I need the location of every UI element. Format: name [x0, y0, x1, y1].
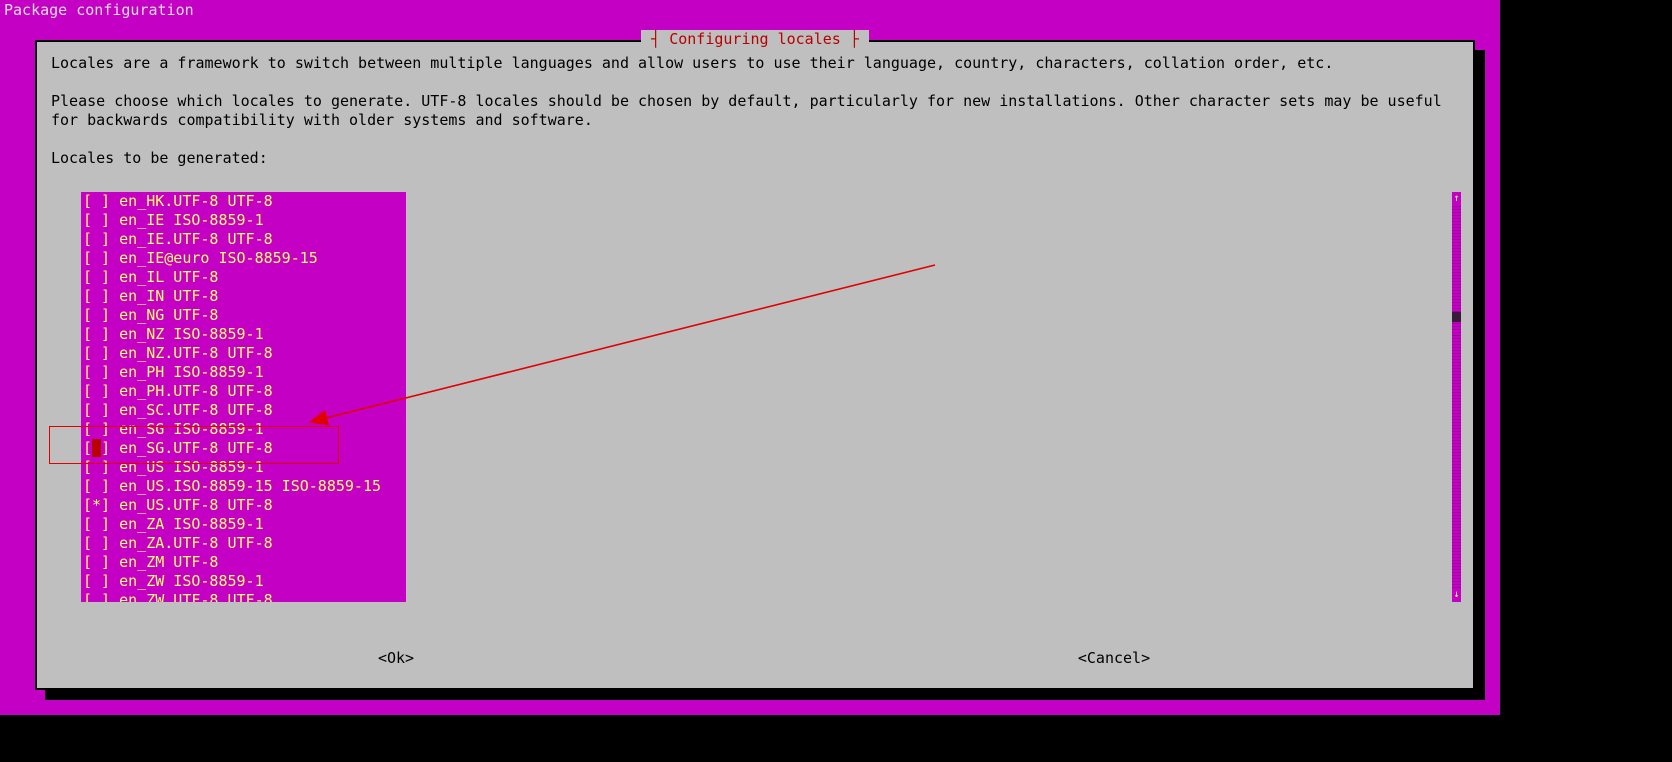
locale-label: en_NZ.UTF-8 UTF-8: [119, 344, 273, 362]
locale-label: en_ZA.UTF-8 UTF-8: [119, 534, 273, 552]
locale-item[interactable]: [ ] en_PH ISO-8859-1: [81, 363, 406, 382]
locale-item[interactable]: [ ] en_IE ISO-8859-1: [81, 211, 406, 230]
locale-label: en_SC.UTF-8 UTF-8: [119, 401, 273, 419]
terminal-screen: Package configuration ┤ Configuring loca…: [0, 0, 1500, 715]
locale-item[interactable]: [ ] en_US.ISO-8859-15 ISO-8859-15: [81, 477, 406, 496]
locale-label: en_HK.UTF-8 UTF-8: [119, 192, 273, 210]
locale-label: en_PH.UTF-8 UTF-8: [119, 382, 273, 400]
locale-label: en_US ISO-8859-1: [119, 458, 264, 476]
locale-item[interactable]: [ ] en_IE.UTF-8 UTF-8: [81, 230, 406, 249]
locale-label: en_ZM UTF-8: [119, 553, 218, 571]
locale-item[interactable]: [ ] en_SG ISO-8859-1: [81, 420, 406, 439]
scroll-thumb[interactable]: [1452, 312, 1461, 322]
locale-item[interactable]: [ ] en_ZW ISO-8859-1: [81, 572, 406, 591]
locale-label: en_IL UTF-8: [119, 268, 218, 286]
locale-item[interactable]: [ ] en_SC.UTF-8 UTF-8: [81, 401, 406, 420]
locale-scrollbar[interactable]: ↑ ↓: [1452, 192, 1461, 602]
locale-item[interactable]: [ ] en_IE@euro ISO-8859-15: [81, 249, 406, 268]
locale-label: en_ZW ISO-8859-1: [119, 572, 264, 590]
locale-label: en_IE.UTF-8 UTF-8: [119, 230, 273, 248]
locale-item[interactable]: [ ] en_ZA ISO-8859-1: [81, 515, 406, 534]
dialog-buttons: <Ok> <Cancel>: [37, 649, 1473, 668]
locale-item[interactable]: [ ] en_ZW.UTF-8 UTF-8: [81, 591, 406, 602]
locale-item[interactable]: [ ] en_US ISO-8859-1: [81, 458, 406, 477]
locale-list-area: [ ] en_HK.UTF-8 UTF-8[ ] en_IE ISO-8859-…: [51, 192, 1461, 602]
locale-label: en_US.UTF-8 UTF-8: [119, 496, 273, 514]
scroll-down-icon[interactable]: ↓: [1452, 588, 1461, 602]
locale-label: en_PH ISO-8859-1: [119, 363, 264, 381]
locale-item[interactable]: [ ] en_NG UTF-8: [81, 306, 406, 325]
locale-label: en_IE ISO-8859-1: [119, 211, 264, 229]
locale-label: en_SG ISO-8859-1: [119, 420, 264, 438]
locale-item[interactable]: [ ] en_ZM UTF-8: [81, 553, 406, 572]
locale-label: en_NZ ISO-8859-1: [119, 325, 264, 343]
locale-item[interactable]: [*] en_US.UTF-8 UTF-8: [81, 496, 406, 515]
locale-label: en_ZA ISO-8859-1: [119, 515, 264, 533]
intro-text: Locales are a framework to switch betwee…: [51, 54, 1459, 73]
locale-item[interactable]: [ ] en_ZA.UTF-8 UTF-8: [81, 534, 406, 553]
locale-label: en_IN UTF-8: [119, 287, 218, 305]
locale-label: en_NG UTF-8: [119, 306, 218, 324]
ok-button[interactable]: <Ok>: [37, 649, 755, 668]
locale-label: en_ZW.UTF-8 UTF-8: [119, 591, 273, 602]
locale-item[interactable]: [ ] en_NZ.UTF-8 UTF-8: [81, 344, 406, 363]
configuring-locales-dialog: ┤ Configuring locales ├ Locales are a fr…: [35, 40, 1475, 690]
locale-item[interactable]: [ ] en_PH.UTF-8 UTF-8: [81, 382, 406, 401]
prompt-text: Locales to be generated:: [51, 149, 1459, 168]
locale-item[interactable]: [ ] en_HK.UTF-8 UTF-8: [81, 192, 406, 211]
locale-label: en_US.ISO-8859-15 ISO-8859-15: [119, 477, 381, 495]
locale-label: en_SG.UTF-8 UTF-8: [119, 439, 273, 457]
locale-label: en_IE@euro ISO-8859-15: [119, 249, 318, 267]
locale-item[interactable]: [ ] en_NZ ISO-8859-1: [81, 325, 406, 344]
locale-item[interactable]: [ ] en_IN UTF-8: [81, 287, 406, 306]
package-config-header: Package configuration: [0, 0, 1500, 21]
locale-list[interactable]: [ ] en_HK.UTF-8 UTF-8[ ] en_IE ISO-8859-…: [81, 192, 406, 602]
locale-item[interactable]: [ ] en_SG.UTF-8 UTF-8: [81, 439, 406, 458]
locale-item[interactable]: [ ] en_IL UTF-8: [81, 268, 406, 287]
scroll-up-icon[interactable]: ↑: [1452, 192, 1461, 206]
dialog-body: Locales are a framework to switch betwee…: [37, 42, 1473, 168]
instruction-text: Please choose which locales to generate.…: [51, 92, 1459, 130]
cancel-button[interactable]: <Cancel>: [755, 649, 1473, 668]
